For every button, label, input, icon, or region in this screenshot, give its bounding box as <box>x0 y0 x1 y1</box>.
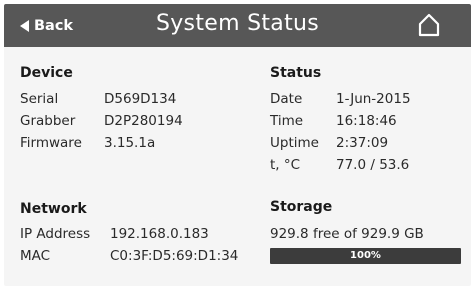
mac-value: C0:3F:D5:69:D1:34 <box>110 248 239 264</box>
ip-address-value: 192.168.0.183 <box>110 226 209 242</box>
uptime-value: 2:37:09 <box>336 135 389 151</box>
home-button[interactable] <box>416 12 442 38</box>
status-section: Status Date 1-Jun-2015 Time 16:18:46 Upt… <box>270 64 465 176</box>
mac-label: MAC <box>20 248 51 264</box>
status-row-date: Date 1-Jun-2015 <box>270 88 465 110</box>
network-row-ip: IP Address 192.168.0.183 <box>20 223 260 245</box>
firmware-value: 3.15.1a <box>104 135 156 151</box>
device-row-grabber: Grabber D2P280194 <box>20 110 250 132</box>
storage-section-title: Storage <box>270 199 333 215</box>
storage-percent-label: 100% <box>350 250 381 261</box>
date-value: 1-Jun-2015 <box>336 91 411 107</box>
status-row-time: Time 16:18:46 <box>270 110 465 132</box>
temperature-label: t, °C <box>270 157 301 173</box>
temperature-value: 77.0 / 53.6 <box>336 157 410 173</box>
device-row-firmware: Firmware 3.15.1a <box>20 132 250 154</box>
grabber-label: Grabber <box>20 113 76 129</box>
device-section: Device Serial D569D134 Grabber D2P280194… <box>20 64 250 154</box>
device-row-serial: Serial D569D134 <box>20 88 250 110</box>
status-section-title: Status <box>270 65 322 81</box>
storage-summary: 929.8 free of 929.9 GB <box>270 223 465 245</box>
uptime-label: Uptime <box>270 135 319 151</box>
firmware-label: Firmware <box>20 135 82 151</box>
grabber-value: D2P280194 <box>104 113 183 129</box>
date-label: Date <box>270 91 303 107</box>
storage-summary-text: 929.8 free of 929.9 GB <box>270 226 424 242</box>
title-bar: Back System Status <box>4 4 471 47</box>
status-row-temperature: t, °C 77.0 / 53.6 <box>270 154 465 176</box>
status-row-uptime: Uptime 2:37:09 <box>270 132 465 154</box>
serial-value: D569D134 <box>104 91 177 107</box>
storage-progress-bar: 100% <box>270 248 461 264</box>
serial-label: Serial <box>20 91 59 107</box>
device-section-title: Device <box>20 65 73 81</box>
network-section-title: Network <box>20 201 87 217</box>
storage-section: Storage 929.8 free of 929.9 GB <box>270 198 465 245</box>
time-value: 16:18:46 <box>336 113 397 129</box>
ip-address-label: IP Address <box>20 226 91 242</box>
home-icon <box>418 13 440 37</box>
system-status-screen: Back System Status Device Serial D569D13… <box>4 4 471 286</box>
network-section: Network IP Address 192.168.0.183 MAC C0:… <box>20 200 260 267</box>
time-label: Time <box>270 113 304 129</box>
network-row-mac: MAC C0:3F:D5:69:D1:34 <box>20 245 260 267</box>
page-title: System Status <box>155 11 320 36</box>
